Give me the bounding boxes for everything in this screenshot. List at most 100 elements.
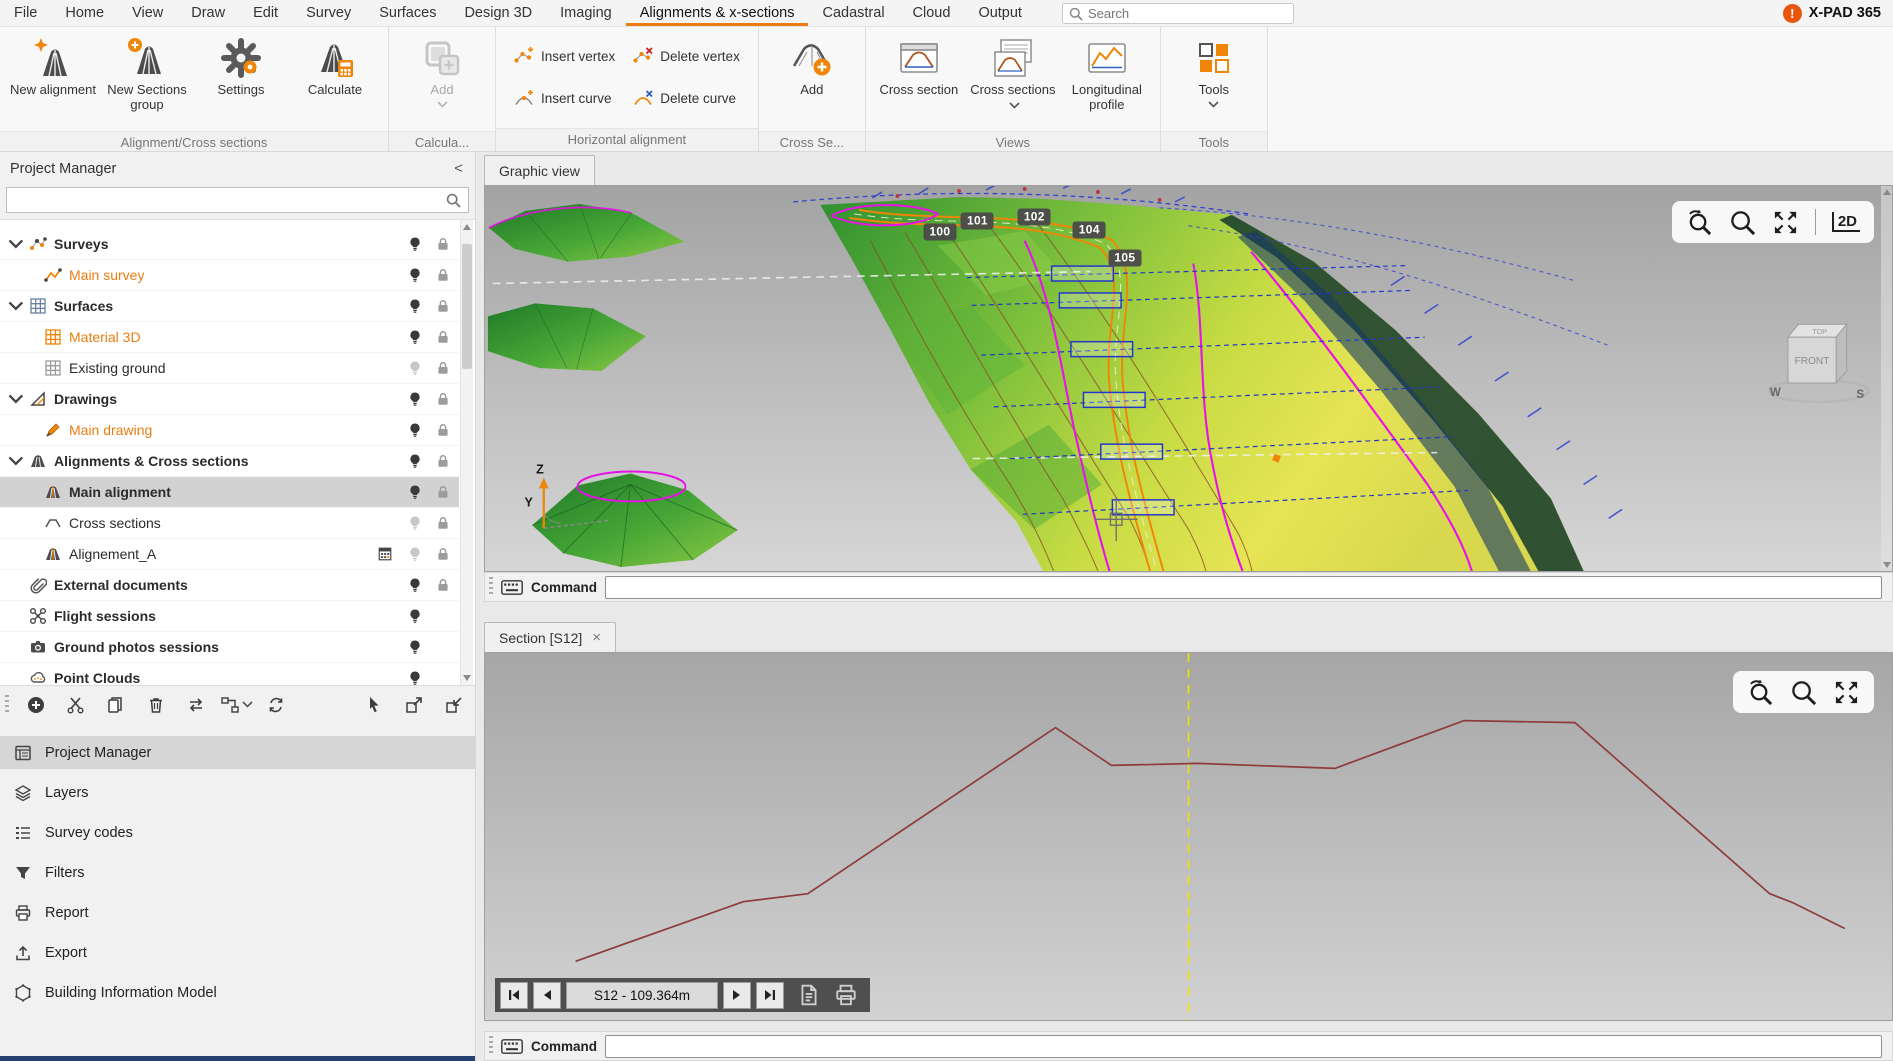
tree-item-cross-sections[interactable]: Cross sections — [0, 508, 459, 539]
zoom-previous-button[interactable] — [1747, 679, 1774, 706]
tree-item-alignments-cross-sections[interactable]: Alignments & Cross sections — [0, 446, 459, 477]
ribbon-button-insert-vertex[interactable]: Insert vertex — [506, 42, 623, 70]
visibility-bulb-icon[interactable] — [407, 298, 423, 314]
tree-item-point-clouds[interactable]: Point Clouds — [0, 663, 459, 685]
chevron-down-icon[interactable] — [8, 394, 29, 404]
tree-scrollbar[interactable] — [460, 220, 473, 685]
section-viewport[interactable]: S12 - 109.364m — [484, 652, 1893, 1021]
ribbon-button-add[interactable]: Add — [395, 31, 489, 131]
search-input[interactable] — [1088, 6, 1287, 21]
visibility-bulb-icon[interactable] — [407, 515, 423, 531]
command-input-section[interactable] — [605, 1035, 1882, 1058]
menu-item-imaging[interactable]: Imaging — [546, 0, 626, 26]
lock-icon[interactable] — [435, 298, 451, 314]
ribbon-button-calculate[interactable]: Calculate — [288, 31, 382, 131]
panel-nav-project-manager[interactable]: Project Manager — [0, 736, 475, 769]
chevron-down-icon[interactable] — [8, 239, 29, 249]
scroll-up-icon[interactable] — [1883, 189, 1891, 195]
tree-item-main-drawing[interactable]: Main drawing — [0, 415, 459, 446]
lock-icon[interactable] — [435, 453, 451, 469]
ribbon-button-cross-section[interactable]: Cross section — [872, 31, 966, 131]
visibility-bulb-icon[interactable] — [407, 577, 423, 593]
tree-item-drawings[interactable]: Drawings — [0, 384, 459, 415]
project-search-input[interactable] — [14, 193, 440, 208]
ribbon-button-cross-sections[interactable]: Cross sections — [966, 31, 1060, 131]
menu-item-surfaces[interactable]: Surfaces — [365, 0, 450, 26]
last-section-button[interactable] — [756, 982, 784, 1009]
visibility-bulb-icon[interactable] — [407, 639, 423, 655]
lock-icon[interactable] — [435, 236, 451, 252]
lock-icon[interactable] — [435, 329, 451, 345]
print-button[interactable] — [834, 983, 858, 1007]
tab-graphic-view[interactable]: Graphic view — [484, 155, 595, 185]
tree-item-material-3d[interactable]: Material 3D — [0, 322, 459, 353]
visibility-bulb-icon[interactable] — [407, 236, 423, 252]
ribbon-button-longitudinal-profile[interactable]: Longitudinal profile — [1060, 31, 1154, 131]
view-2d-button[interactable]: 2D — [1832, 212, 1860, 232]
first-section-button[interactable] — [500, 982, 528, 1009]
visibility-bulb-icon[interactable] — [407, 670, 423, 685]
scroll-down-icon[interactable] — [461, 671, 473, 685]
tree-item-external-documents[interactable]: External documents — [0, 570, 459, 601]
ribbon-button-delete-curve[interactable]: Delete curve — [625, 85, 748, 113]
next-section-button[interactable] — [723, 982, 751, 1009]
menu-item-cadastral[interactable]: Cadastral — [808, 0, 898, 26]
menu-item-cloud[interactable]: Cloud — [899, 0, 965, 26]
ribbon-button-new-sections-group[interactable]: New Sections group — [100, 31, 194, 131]
lock-icon[interactable] — [435, 577, 451, 593]
drag-handle[interactable] — [5, 695, 9, 715]
visibility-bulb-icon[interactable] — [407, 391, 423, 407]
previous-section-button[interactable] — [533, 982, 561, 1009]
ribbon-button-insert-curve[interactable]: Insert curve — [506, 85, 623, 113]
cut-button[interactable] — [63, 692, 89, 718]
chevron-down-icon[interactable] — [8, 301, 29, 311]
scroll-down-icon[interactable] — [1883, 562, 1891, 568]
menu-item-home[interactable]: Home — [51, 0, 118, 26]
lock-icon[interactable] — [435, 484, 451, 500]
ribbon-button-tools[interactable]: Tools — [1167, 31, 1261, 131]
menu-item-output[interactable]: Output — [964, 0, 1036, 26]
visibility-bulb-icon[interactable] — [407, 453, 423, 469]
ribbon-button-settings[interactable]: Settings — [194, 31, 288, 131]
export-box-button[interactable] — [401, 692, 427, 718]
visibility-bulb-icon[interactable] — [407, 267, 423, 283]
ribbon-button-new-alignment[interactable]: New alignment — [6, 31, 100, 131]
drag-handle[interactable] — [489, 1036, 493, 1056]
tab-section-s12[interactable]: Section [S12] × — [484, 622, 616, 652]
menu-item-alignments-x-sections[interactable]: Alignments & x-sections — [626, 0, 809, 26]
scrollbar-thumb[interactable] — [462, 244, 472, 369]
drag-handle[interactable] — [489, 577, 493, 597]
chevron-down-icon[interactable] — [8, 456, 29, 466]
zoom-window-button[interactable] — [1729, 209, 1756, 236]
panel-nav-report[interactable]: Report — [0, 896, 475, 929]
workflow-button[interactable] — [223, 692, 249, 718]
tree-item-surveys[interactable]: Surveys — [0, 229, 459, 260]
menu-item-draw[interactable]: Draw — [177, 0, 239, 26]
menu-item-survey[interactable]: Survey — [292, 0, 365, 26]
zoom-window-button[interactable] — [1790, 679, 1817, 706]
view-cube[interactable]: TOP FRONT W S — [1769, 324, 1869, 402]
lock-icon[interactable] — [435, 546, 451, 562]
import-box-button[interactable] — [441, 692, 467, 718]
lock-icon[interactable] — [435, 267, 451, 283]
visibility-bulb-icon[interactable] — [407, 484, 423, 500]
menu-item-file[interactable]: File — [0, 0, 51, 26]
menu-item-view[interactable]: View — [118, 0, 177, 26]
tree-item-existing-ground[interactable]: Existing ground — [0, 353, 459, 384]
select-cursor-button[interactable] — [361, 692, 387, 718]
lock-icon[interactable] — [435, 515, 451, 531]
command-input-graphic[interactable] — [605, 576, 1882, 599]
visibility-bulb-icon[interactable] — [407, 608, 423, 624]
panel-nav-export[interactable]: Export — [0, 936, 475, 969]
visibility-bulb-icon[interactable] — [407, 360, 423, 376]
add-circle-button[interactable] — [23, 692, 49, 718]
swap-button[interactable] — [183, 692, 209, 718]
menu-item-design-3d[interactable]: Design 3D — [450, 0, 546, 26]
visibility-bulb-icon[interactable] — [407, 329, 423, 345]
zoom-previous-button[interactable] — [1686, 209, 1713, 236]
ribbon-button-delete-vertex[interactable]: Delete vertex — [625, 42, 748, 70]
tree-item-ground-photos-sessions[interactable]: Ground photos sessions — [0, 632, 459, 663]
panel-nav-building-information-model[interactable]: Building Information Model — [0, 976, 475, 1009]
ribbon-button-add[interactable]: Add — [765, 31, 859, 131]
visibility-bulb-icon[interactable] — [407, 546, 423, 562]
